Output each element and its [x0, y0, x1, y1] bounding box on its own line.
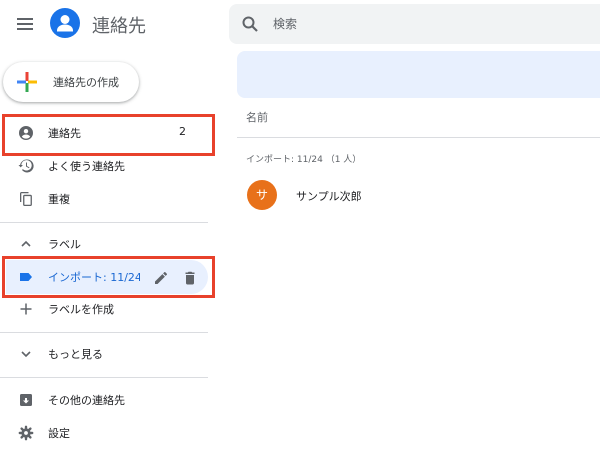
create-contact-label: 連絡先の作成 — [53, 76, 119, 89]
search-icon[interactable] — [241, 15, 259, 33]
sidebar-item-label: 重複 — [48, 193, 70, 206]
chevron-up-icon — [21, 240, 31, 247]
create-label-text: ラベルを作成 — [48, 303, 114, 316]
create-contact-button[interactable]: 連絡先の作成 — [3, 62, 139, 102]
contact-row[interactable]: サ サンプル次郎 — [237, 175, 600, 217]
plus-icon — [17, 72, 37, 92]
app-header: 連絡先 — [0, 0, 210, 48]
sidebar-item-label: よく使う連絡先 — [48, 160, 125, 173]
sidebar-item-label: その他の連絡先 — [48, 394, 125, 407]
copy-icon — [20, 192, 32, 206]
highlight-box-contacts — [2, 114, 215, 156]
highlight-box-label — [2, 256, 215, 298]
labels-header: ラベル — [48, 238, 81, 251]
sidebar-divider — [0, 332, 208, 333]
sidebar-item-settings[interactable]: 設定 — [0, 417, 210, 449]
contact-name: サンプル次郎 — [296, 190, 362, 203]
chevron-down-icon — [21, 351, 31, 358]
more-toggle[interactable]: もっと見る — [0, 338, 210, 370]
contacts-logo-icon — [50, 8, 80, 38]
app-title: 連絡先 — [92, 16, 146, 37]
history-icon — [18, 159, 34, 173]
sidebar-divider — [0, 377, 208, 378]
search-input[interactable] — [273, 15, 573, 33]
archive-icon — [20, 394, 32, 406]
gear-icon — [18, 425, 34, 441]
sidebar-divider — [0, 222, 208, 223]
avatar: サ — [247, 180, 277, 210]
column-header-name: 名前 — [246, 111, 268, 124]
group-header: インポート: 11/24 （1 人） — [246, 155, 362, 165]
sidebar-item-duplicates[interactable]: 重複 — [0, 183, 210, 215]
sidebar-item-other-contacts[interactable]: その他の連絡先 — [0, 384, 210, 416]
more-label: もっと見る — [48, 348, 103, 361]
header-divider — [237, 137, 600, 138]
info-banner — [237, 51, 600, 98]
sidebar: 連絡先 連絡先の作成 連絡先 2 よく使う連絡先 重複 ラベル インポート: 1… — [0, 0, 215, 454]
sidebar-item-label: 設定 — [48, 427, 70, 440]
plus-icon — [20, 303, 32, 315]
menu-icon[interactable] — [15, 14, 35, 34]
search-bar[interactable] — [229, 4, 600, 44]
